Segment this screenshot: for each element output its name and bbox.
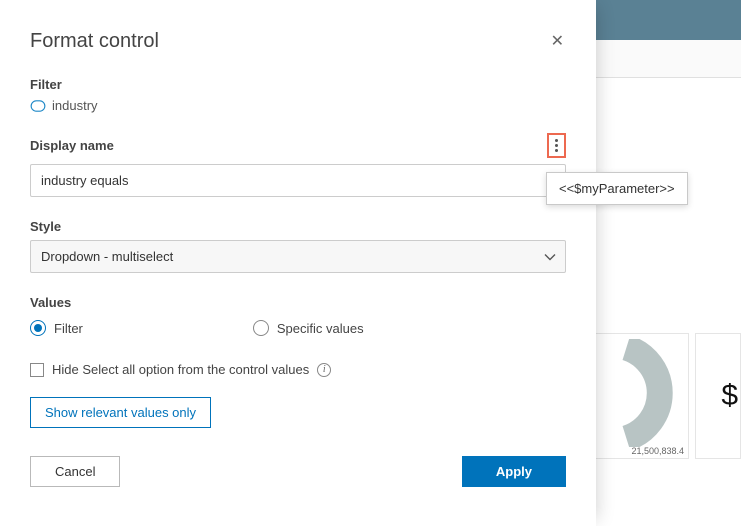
info-icon[interactable]: i bbox=[317, 363, 331, 377]
panel-title: Format control bbox=[30, 30, 159, 53]
values-radio-specific[interactable]: Specific values bbox=[253, 320, 364, 336]
parameter-tooltip-text: <<$myParameter>> bbox=[559, 181, 675, 196]
radio-label-filter: Filter bbox=[54, 321, 83, 336]
filter-section-label: Filter bbox=[30, 77, 566, 92]
style-section-label: Style bbox=[30, 219, 566, 234]
style-select[interactable]: Dropdown - multiselect bbox=[30, 240, 566, 273]
display-name-label: Display name bbox=[30, 138, 114, 153]
apply-button[interactable]: Apply bbox=[462, 456, 566, 487]
panel-footer: Cancel Apply bbox=[30, 456, 566, 487]
background-chart-card: 21,500,838.4 bbox=[595, 333, 689, 459]
values-radio-filter[interactable]: Filter bbox=[30, 320, 83, 336]
hide-select-all-checkbox[interactable] bbox=[30, 363, 44, 377]
close-icon[interactable]: ✕ bbox=[549, 32, 566, 52]
currency-symbol: $ bbox=[721, 379, 738, 413]
background-kpi-card: $ bbox=[695, 333, 741, 459]
display-name-input[interactable] bbox=[30, 164, 566, 197]
filter-chip: industry bbox=[30, 98, 566, 113]
field-pill-icon bbox=[30, 100, 46, 112]
chart-value-label: 21,500,838.4 bbox=[631, 446, 684, 456]
show-relevant-values-button[interactable]: Show relevant values only bbox=[30, 397, 211, 428]
radio-label-specific: Specific values bbox=[277, 321, 364, 336]
donut-chart-icon bbox=[608, 339, 688, 447]
format-control-panel: Format control ✕ Filter industry Display… bbox=[0, 0, 596, 526]
display-name-options-button[interactable] bbox=[547, 133, 566, 158]
hide-select-all-label: Hide Select all option from the control … bbox=[52, 362, 309, 377]
filter-field-name: industry bbox=[52, 98, 98, 113]
panel-header: Format control ✕ bbox=[30, 30, 566, 53]
kebab-icon bbox=[555, 139, 558, 152]
values-section-label: Values bbox=[30, 295, 566, 310]
parameter-tooltip[interactable]: <<$myParameter>> bbox=[546, 172, 688, 205]
cancel-button[interactable]: Cancel bbox=[30, 456, 120, 487]
